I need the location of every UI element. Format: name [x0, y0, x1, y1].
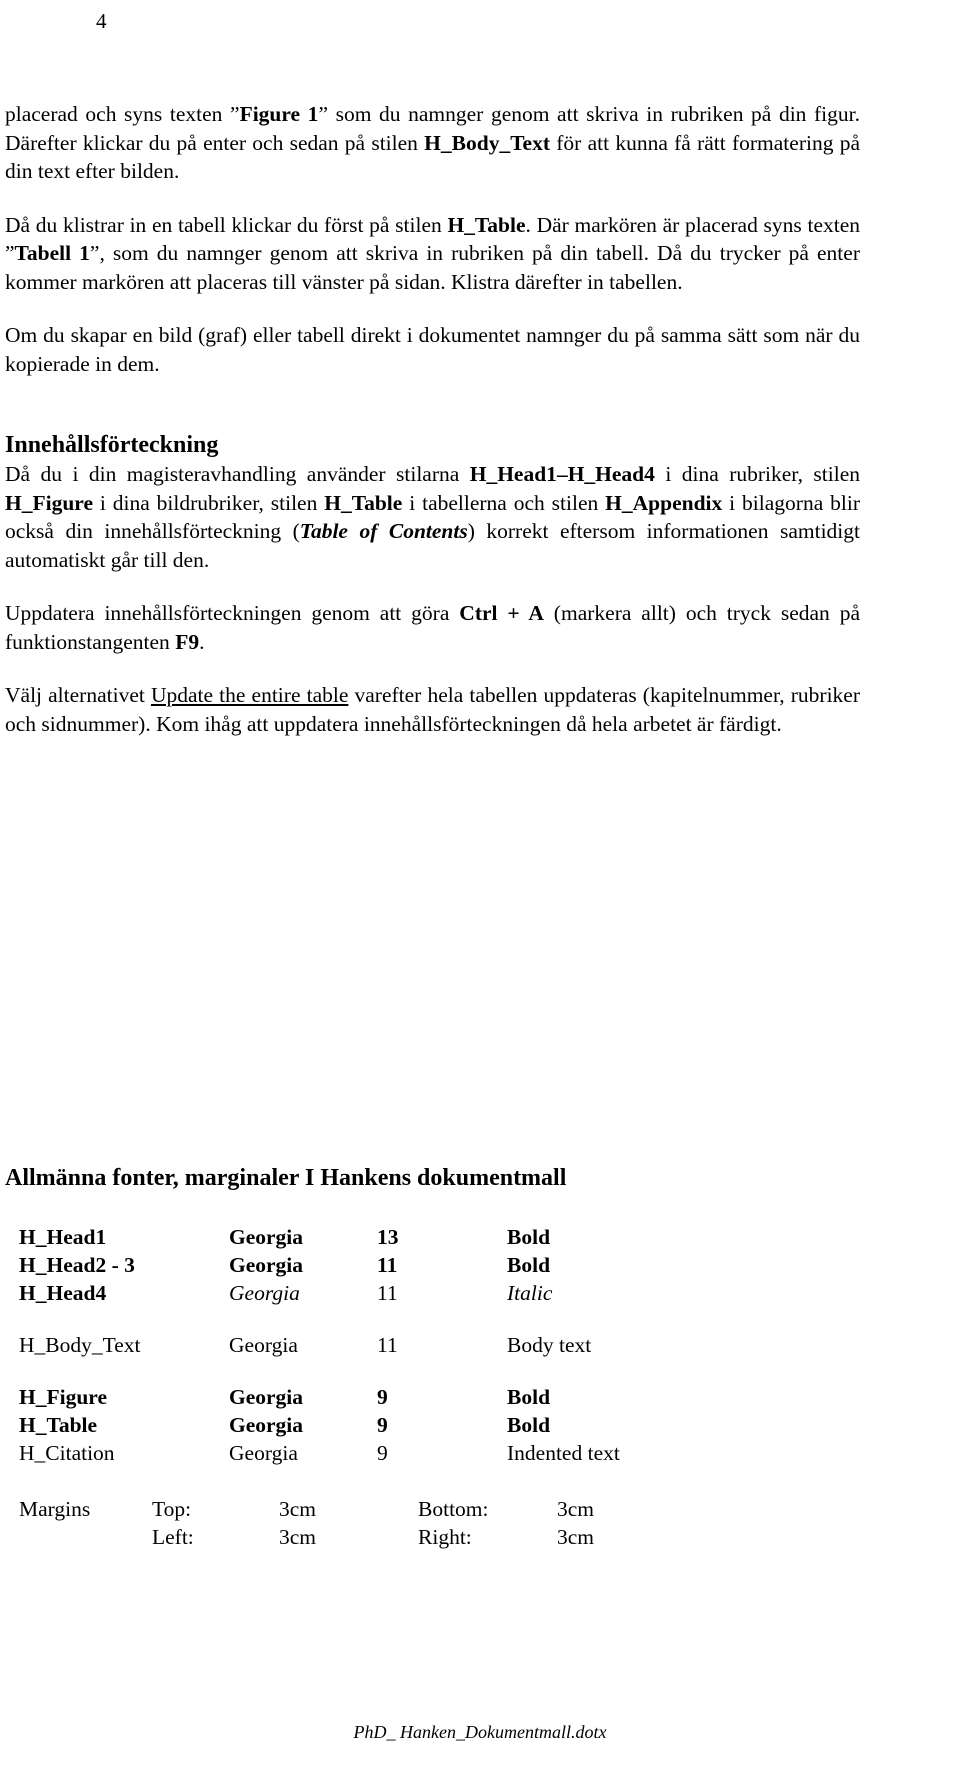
- document-page: 4 placerad och syns texten ”Figure 1” so…: [0, 0, 960, 1777]
- text-run: i dina bildrubriker, stilen: [92, 490, 325, 515]
- page-number: 4: [96, 9, 107, 33]
- margin-bottom-value: 3cm: [557, 1497, 595, 1521]
- table-row: H_Citation Georgia 9 Indented text: [5, 1439, 757, 1467]
- style-row-note: Body text: [507, 1333, 592, 1357]
- margin-right-label: Right:: [418, 1525, 472, 1549]
- style-row-name: H_Table: [19, 1413, 98, 1437]
- table-row: H_Table Georgia 9 Bold: [5, 1411, 757, 1439]
- document-body: placerad och syns texten ”Figure 1” som …: [5, 100, 860, 738]
- page-footer: PhD_ Hanken_Dokumentmall.dotx: [353, 1722, 607, 1742]
- text-run: Då du i din magisteravhandling använder …: [5, 462, 470, 486]
- style-row-font: Georgia: [229, 1281, 300, 1305]
- style-row-name: H_Figure: [19, 1385, 107, 1409]
- style-row-name: H_Head4: [19, 1281, 107, 1305]
- style-row-size: 9: [377, 1385, 388, 1409]
- margin-bottom-label: Bottom:: [418, 1497, 489, 1521]
- paragraph-update-entire-table: Välj alternativet Update the entire tabl…: [5, 681, 860, 738]
- margin-top-value: 3cm: [279, 1497, 317, 1521]
- text-run: .: [199, 629, 205, 654]
- margins-label: Margins: [19, 1497, 91, 1521]
- text-run: i dina rubriker, stilen: [654, 462, 860, 486]
- text-run: Då du klistrar in en tabell klickar du f…: [5, 212, 448, 237]
- text-run: , som du namnger genom att skriva in rub…: [5, 241, 860, 294]
- margin-top-label: Top:: [152, 1497, 192, 1521]
- table-row: H_Head4 Georgia 11 Italic: [5, 1279, 757, 1307]
- style-row-note: Bold: [507, 1413, 551, 1437]
- style-row-font: Georgia: [229, 1225, 304, 1249]
- style-row-name: H_Head1: [19, 1225, 107, 1249]
- margin-left-value: 3cm: [279, 1525, 317, 1549]
- table-row: H_Head2 - 3 Georgia 11 Bold: [5, 1251, 757, 1279]
- paragraph-table-instructions: Då du klistrar in en tabell klickar du f…: [5, 212, 860, 294]
- style-name-table: H_Table: [447, 212, 526, 237]
- option-update-entire-table: Update the entire table: [150, 683, 349, 707]
- style-row-note: Bold: [507, 1253, 551, 1277]
- paragraph-create-in-document: Om du skapar en bild (graf) eller tabell…: [5, 323, 860, 376]
- style-row-size: 9: [377, 1413, 388, 1437]
- style-row-size: 13: [377, 1225, 399, 1249]
- style-row-size: 11: [377, 1333, 398, 1357]
- table-row: Margins Top: 3cm Bottom: 3cm: [5, 1495, 594, 1523]
- paragraph-figure-instructions: placerad och syns texten ”Figure 1” som …: [5, 102, 860, 183]
- shortcut-ctrl-a: Ctrl + A: [459, 601, 544, 625]
- style-name-head4: H_Head4: [567, 462, 655, 486]
- text-run: Välj alternativet: [5, 683, 151, 707]
- table-row: Left: 3cm Right: 3cm: [5, 1523, 594, 1551]
- style-name-table-2: H_Table: [324, 490, 403, 515]
- table-row: H_Body_Text Georgia 11 Body text: [5, 1307, 757, 1359]
- heading-allmanna-fonter: Allmänna fonter, marginaler I Hankens do…: [5, 1165, 567, 1191]
- style-row-font: Georgia: [229, 1253, 304, 1277]
- style-range-dash: –: [556, 462, 568, 486]
- style-row-size: 11: [377, 1253, 398, 1277]
- style-name-appendix: H_Appendix: [605, 490, 723, 515]
- style-name-figure: Figure 1: [239, 102, 319, 126]
- style-row-font: Georgia: [229, 1441, 298, 1465]
- style-row-size: 11: [377, 1281, 398, 1305]
- style-row-note: Bold: [507, 1385, 551, 1409]
- style-row-note: Indented text: [507, 1441, 620, 1465]
- style-name-figure-2: H_Figure: [5, 490, 93, 515]
- term-table-of-contents: Table of Contents: [299, 519, 468, 543]
- heading-innehallsforteckning: Innehållsförteckning: [5, 432, 219, 458]
- table-row: H_Figure Georgia 9 Bold: [5, 1359, 757, 1411]
- styles-section: Allmänna fonter, marginaler I Hankens do…: [5, 1163, 860, 1551]
- paragraph-toc-styles: Då du i din magisteravhandling använder …: [5, 460, 860, 574]
- text-run: Uppdatera innehållsförteckningen genom a…: [5, 601, 460, 625]
- caption-tabell-1: Tabell 1: [14, 241, 90, 265]
- styles-table: H_Head1 Georgia 13 Bold H_Head2 - 3 Geor…: [5, 1223, 757, 1467]
- shortcut-f9: F9: [175, 629, 200, 654]
- style-name-head1: H_Head1: [469, 462, 557, 486]
- text-run: placerad och syns texten: [5, 102, 231, 126]
- style-row-font: Georgia: [229, 1333, 298, 1357]
- style-name-body-text: H_Body_Text: [424, 130, 551, 155]
- style-row-name: H_Head2 - 3: [19, 1253, 135, 1277]
- margin-right-value: 3cm: [557, 1525, 595, 1549]
- style-row-name: H_Body_Text: [19, 1333, 141, 1357]
- table-row: H_Head1 Georgia 13 Bold: [5, 1223, 757, 1251]
- style-row-size: 9: [377, 1441, 388, 1465]
- text-run: i tabellerna och stilen: [402, 490, 606, 515]
- paragraph-update-toc: Uppdatera innehållsförteckningen genom a…: [5, 599, 860, 656]
- margins-table: Margins Top: 3cm Bottom: 3cm Left: 3cm R…: [5, 1495, 594, 1551]
- style-row-note: Bold: [507, 1225, 551, 1249]
- style-row-name: H_Citation: [19, 1441, 115, 1465]
- margin-left-label: Left:: [152, 1525, 194, 1549]
- style-row-note: Italic: [507, 1281, 553, 1305]
- style-row-font: Georgia: [229, 1385, 304, 1409]
- style-row-font: Georgia: [229, 1413, 304, 1437]
- text-run: . Där markören är placerad syns texten: [525, 212, 860, 237]
